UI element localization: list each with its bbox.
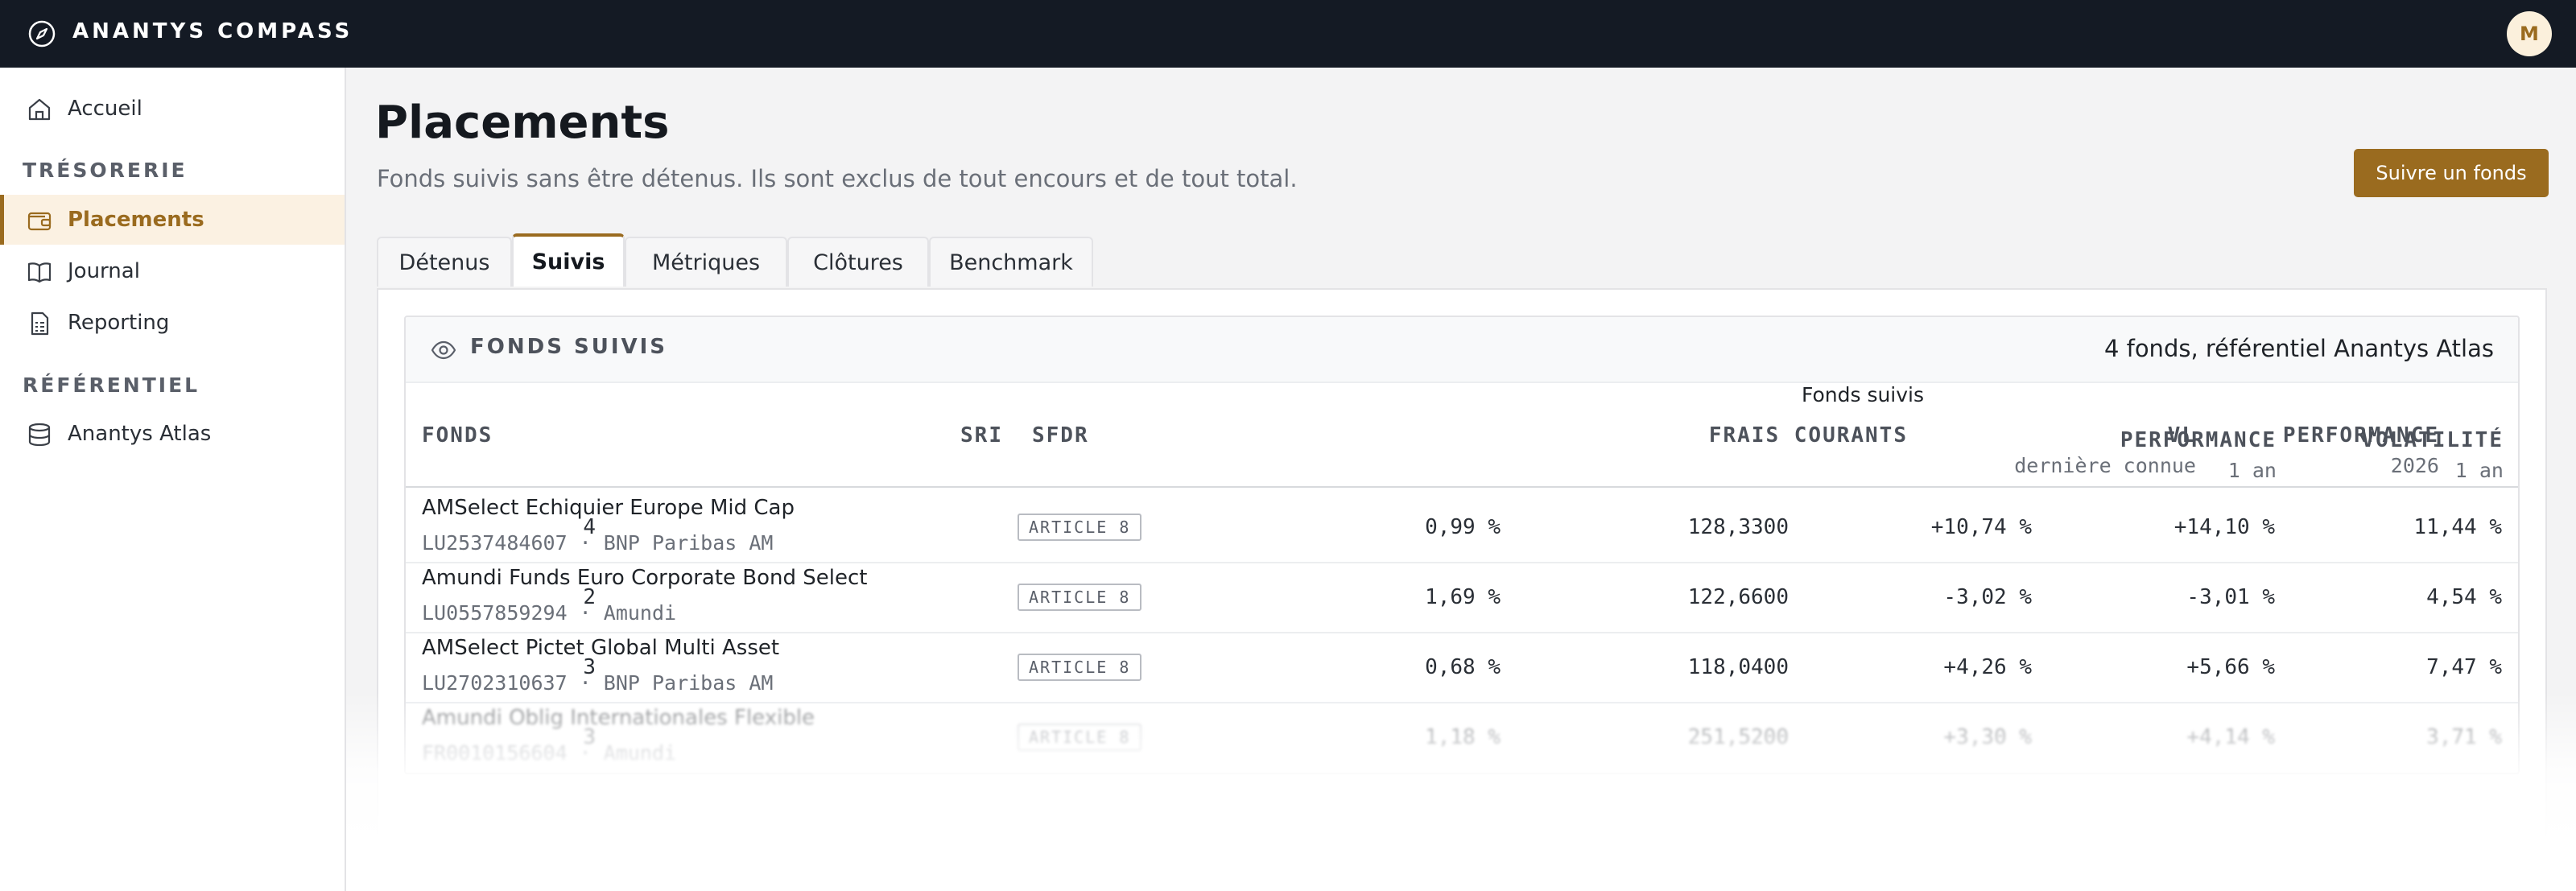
table-row[interactable]: Amundi Funds Euro Corporate Bond Select L…: [406, 563, 2518, 633]
column-header-sfdr[interactable]: SFDR: [1032, 423, 1089, 448]
column-subheader-volatilite: 1 an: [2454, 459, 2504, 482]
cell-sri: 2: [583, 585, 596, 609]
cell-perf-ytd: +10,74 %: [1930, 515, 2032, 539]
cell-perf-ytd: +3,30 %: [1943, 725, 2032, 749]
sidebar-item-label: Journal: [68, 259, 140, 283]
sidebar-item-anantys-atlas[interactable]: Anantys Atlas: [0, 409, 345, 459]
cell-frais: 1,18 %: [1425, 725, 1501, 749]
cell-sri: 3: [583, 655, 596, 679]
book-icon: [27, 262, 52, 283]
cell-vl: 118,0400: [1687, 655, 1789, 679]
fund-isin-manager: LU2537484607 · BNP Paribas AM: [422, 531, 774, 555]
eye-icon: [431, 340, 456, 360]
top-bar: ANANTYS COMPASS M: [0, 0, 2576, 68]
cell-vl: 251,5200: [1687, 725, 1789, 749]
app-name[interactable]: ANANTYS COMPASS: [72, 19, 353, 43]
cell-volatilite: 11,44 %: [2413, 515, 2502, 539]
column-subheader-perf-1y: 1 an: [2227, 459, 2277, 482]
cell-vl: 128,3300: [1687, 515, 1789, 539]
cell-frais: 1,69 %: [1425, 585, 1501, 609]
fund-name[interactable]: AMSelect Pictet Global Multi Asset: [422, 636, 779, 660]
table-row[interactable]: AMSelect Echiquier Europe Mid Cap LU25374…: [406, 493, 2518, 563]
sidebar-item-label: Accueil: [68, 97, 142, 121]
follow-fund-button[interactable]: Suivre un fonds: [2354, 149, 2549, 197]
cell-perf-1y: +4,14 %: [2186, 725, 2275, 749]
cell-perf-ytd: -3,02 %: [1943, 585, 2032, 609]
column-group-label: Fonds suivis: [1801, 383, 1925, 406]
sidebar: Accueil TRÉSORERIE Placements Journal Re…: [0, 68, 346, 891]
column-header-frais[interactable]: FRAIS COURANTS: [1452, 423, 1908, 448]
column-header-fonds[interactable]: FONDS: [422, 423, 493, 448]
tab-detenus[interactable]: Détenus: [377, 237, 512, 287]
tab-benchmark[interactable]: Benchmark: [929, 237, 1093, 287]
cell-perf-1y: +5,66 %: [2186, 655, 2275, 679]
sidebar-item-accueil[interactable]: Accueil: [0, 84, 345, 134]
cell-volatilite: 4,54 %: [2426, 585, 2502, 609]
card-header: FONDS SUIVIS 4 fonds, référentiel Ananty…: [406, 317, 2518, 383]
sidebar-item-label: Anantys Atlas: [68, 422, 212, 446]
compass-icon: [28, 20, 56, 47]
cell-vl: 122,6600: [1687, 585, 1789, 609]
cell-perf-1y: -3,01 %: [2186, 585, 2275, 609]
cell-sri: 3: [583, 725, 596, 749]
database-icon: [28, 423, 51, 447]
fund-isin-manager: LU2702310637 · BNP Paribas AM: [422, 671, 774, 695]
cell-frais: 0,99 %: [1425, 515, 1501, 539]
tab-suivis[interactable]: Suivis: [512, 233, 625, 287]
cell-frais: 0,68 %: [1425, 655, 1501, 679]
cell-perf-ytd: +4,26 %: [1943, 655, 2032, 679]
tab-clotures[interactable]: Clôtures: [787, 237, 929, 287]
cell-perf-1y: +14,10 %: [2174, 515, 2275, 539]
sidebar-item-label: Reporting: [68, 311, 170, 335]
home-icon: [28, 98, 51, 121]
cell-sri: 4: [583, 515, 596, 539]
section-heading-tresorerie: TRÉSORERIE: [23, 159, 188, 182]
avatar[interactable]: M: [2507, 11, 2552, 56]
cell-volatilite: 7,47 %: [2426, 655, 2502, 679]
wallet-icon: [27, 212, 52, 231]
card-title: FONDS SUIVIS: [470, 335, 668, 359]
report-icon: [31, 311, 49, 336]
sidebar-item-label: Placements: [68, 208, 204, 232]
tab-metriques[interactable]: Métriques: [625, 237, 787, 287]
fund-name[interactable]: AMSelect Echiquier Europe Mid Cap: [422, 496, 795, 520]
table-row[interactable]: Amundi Oblig Internationales Flexible FR0…: [406, 703, 2518, 772]
sidebar-item-reporting[interactable]: Reporting: [0, 298, 345, 348]
column-header-sri[interactable]: SRI: [889, 423, 1003, 448]
page-subtitle: Fonds suivis sans être détenus. Ils sont…: [377, 165, 1298, 192]
page-title: Placements: [375, 97, 670, 149]
cell-volatilite: 3,71 %: [2426, 725, 2502, 749]
table-row[interactable]: AMSelect Pictet Global Multi Asset LU2702…: [406, 633, 2518, 703]
card-meta: 4 fonds, référentiel Anantys Atlas: [2103, 335, 2494, 362]
column-header-perf-1y[interactable]: PERFORMANCE: [2037, 428, 2277, 452]
sidebar-item-placements[interactable]: Placements: [0, 195, 345, 245]
column-header-volatilite[interactable]: VOLATILITÉ: [2278, 428, 2504, 452]
section-heading-referentiel: RÉFÉRENTIEL: [23, 373, 200, 397]
sidebar-item-journal[interactable]: Journal: [0, 246, 345, 296]
